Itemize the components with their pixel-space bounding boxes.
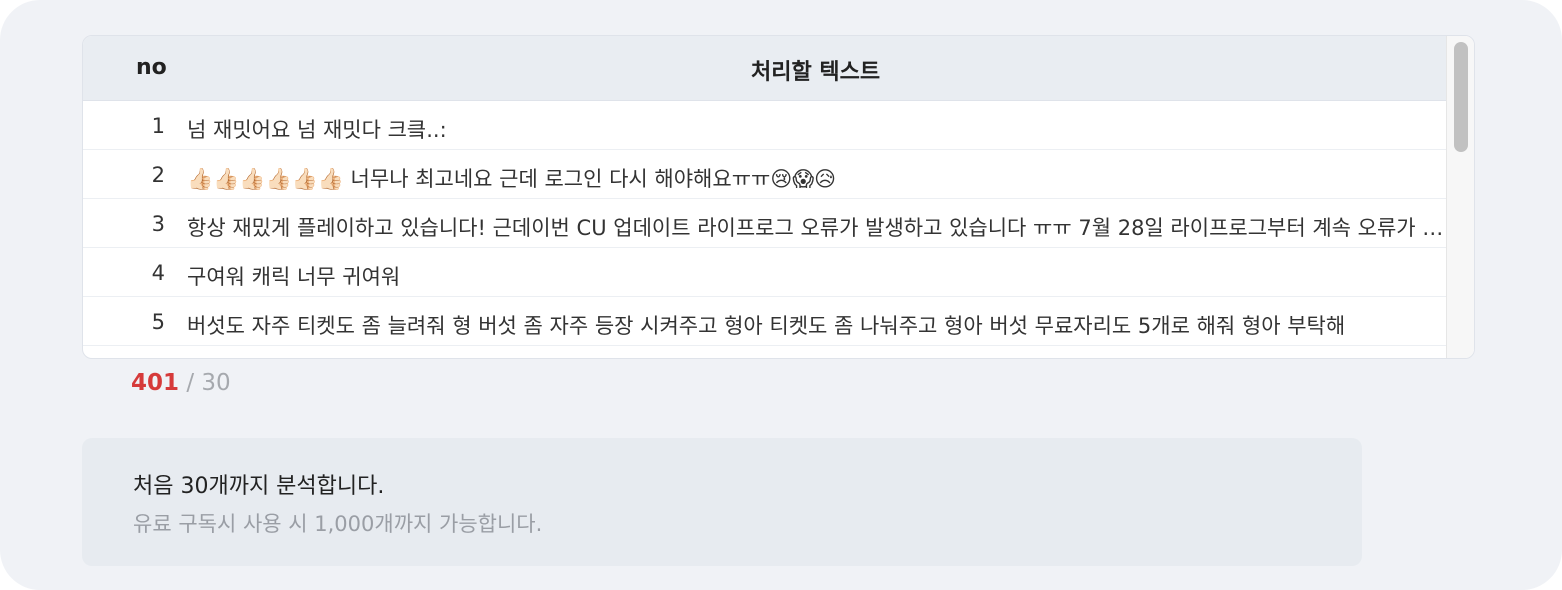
notice-title: 처음 30개까지 분석합니다. xyxy=(133,474,385,499)
text-count: 401 / 30 xyxy=(131,370,231,396)
row-number: 4 xyxy=(151,261,165,285)
current-count: 401 xyxy=(131,370,180,396)
table-row: 4 구여워 캐릭 너무 귀여워 xyxy=(83,248,1446,297)
column-header-no: no xyxy=(136,55,167,80)
row-text: 👍🏻👍🏻👍🏻👍🏻👍🏻👍🏻 너무나 최고네요 근데 로그인 다시 해야해요ㅠㅠ😢😱… xyxy=(187,167,837,191)
text-table: no 처리할 텍스트 1 넘 재밋어요 넘 재밋다 크킄..: 2 👍🏻👍🏻👍🏻… xyxy=(82,35,1475,359)
table-header: no 처리할 텍스트 xyxy=(83,36,1446,101)
row-number: 1 xyxy=(151,114,165,138)
count-separator: / xyxy=(179,370,202,396)
plan-notice: 처음 30개까지 분석합니다. 유료 구독시 사용 시 1,000개까지 가능합… xyxy=(82,438,1362,566)
row-text: 넘 재밋어요 넘 재밋다 크킄..: xyxy=(187,118,447,142)
table-row: 5 버섯도 자주 티켓도 좀 늘려줘 형 버섯 좀 자주 등장 시켜주고 형아 … xyxy=(83,297,1446,346)
scrollbar-thumb[interactable] xyxy=(1454,42,1468,152)
table-row: 1 넘 재밋어요 넘 재밋다 크킄..: xyxy=(83,101,1446,150)
count-limit: 30 xyxy=(201,370,231,396)
notice-subtitle: 유료 구독시 사용 시 1,000개까지 가능합니다. xyxy=(133,512,543,536)
vertical-scrollbar[interactable] xyxy=(1446,36,1474,358)
analysis-card: no 처리할 텍스트 1 넘 재밋어요 넘 재밋다 크킄..: 2 👍🏻👍🏻👍🏻… xyxy=(0,0,1562,590)
row-number: 2 xyxy=(151,163,165,187)
table-row: 2 👍🏻👍🏻👍🏻👍🏻👍🏻👍🏻 너무나 최고네요 근데 로그인 다시 해야해요ㅠㅠ… xyxy=(83,150,1446,199)
row-text: 버섯도 자주 티켓도 좀 늘려줘 형 버섯 좀 자주 등장 시켜주고 형아 티켓… xyxy=(187,314,1346,338)
row-text: 구여워 캐릭 너무 귀여워 xyxy=(187,265,401,289)
row-text: 항상 재밌게 플레이하고 있습니다! 근데이번 CU 업데이트 라이프로그 오류… xyxy=(187,216,1446,240)
table-body: 1 넘 재밋어요 넘 재밋다 크킄..: 2 👍🏻👍🏻👍🏻👍🏻👍🏻👍🏻 너무나 … xyxy=(83,101,1446,346)
row-number: 3 xyxy=(151,212,165,236)
table-row: 3 항상 재밌게 플레이하고 있습니다! 근데이번 CU 업데이트 라이프로그 … xyxy=(83,199,1446,248)
row-number: 5 xyxy=(151,310,165,334)
column-header-text: 처리할 텍스트 xyxy=(751,60,881,85)
